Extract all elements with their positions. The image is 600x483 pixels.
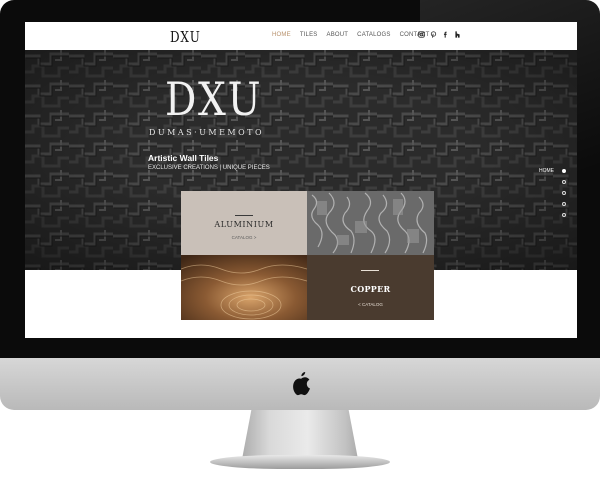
hero-title: Artistic Wall Tiles <box>148 153 219 163</box>
copper-divider <box>361 270 379 271</box>
monitor-stand-neck <box>242 410 358 458</box>
nav-link-home[interactable]: HOME <box>272 32 291 38</box>
nav-links: HOME TILES ABOUT CATALOGS CONTACT <box>272 32 430 38</box>
apple-logo-icon <box>293 372 310 396</box>
copper-texture-image <box>181 255 307 320</box>
copper-title: COPPER <box>350 284 391 294</box>
slider-dot-4[interactable] <box>562 202 566 206</box>
site-logo[interactable]: DXU <box>170 28 201 46</box>
website-screen: DXU HOME TILES ABOUT CATALOGS CONTACT DX… <box>25 22 577 338</box>
aluminium-texture-image <box>307 191 434 255</box>
hero-logo: DXU <box>165 72 263 126</box>
nav-link-about[interactable]: ABOUT <box>327 32 349 38</box>
copper-category-tile[interactable]: COPPER < CATALOG <box>307 255 434 320</box>
monitor-stand-foot <box>210 455 390 469</box>
slider-dot-2[interactable] <box>562 180 566 184</box>
aluminium-title: ALUMINIUM <box>214 220 274 229</box>
slider-current-label: HOME <box>539 168 554 174</box>
houzz-icon[interactable] <box>454 31 461 41</box>
aluminium-catalog-link[interactable]: CATALOG > <box>181 235 307 240</box>
slider-dot-5[interactable] <box>562 213 566 217</box>
slider-dot-3[interactable] <box>562 191 566 195</box>
social-icons <box>418 31 461 41</box>
slider-dot-1[interactable] <box>562 169 566 173</box>
copper-catalog-link[interactable]: < CATALOG <box>307 302 434 307</box>
hero-brand-name: DUMAS·UMEMOTO <box>149 128 265 137</box>
facebook-icon[interactable] <box>442 31 449 41</box>
aluminium-divider <box>235 215 253 216</box>
nav-link-tiles[interactable]: TILES <box>300 32 318 38</box>
instagram-icon[interactable] <box>418 31 425 41</box>
aluminium-category-tile[interactable]: ALUMINIUM CATALOG > <box>181 191 307 255</box>
hero-tagline: EXCLUSIVE CREATIONS | UNIQUE PIECES <box>148 165 270 171</box>
top-navigation: DXU HOME TILES ABOUT CATALOGS CONTACT <box>25 22 577 50</box>
nav-link-catalogs[interactable]: CATALOGS <box>357 32 390 38</box>
pinterest-icon[interactable] <box>430 31 437 41</box>
